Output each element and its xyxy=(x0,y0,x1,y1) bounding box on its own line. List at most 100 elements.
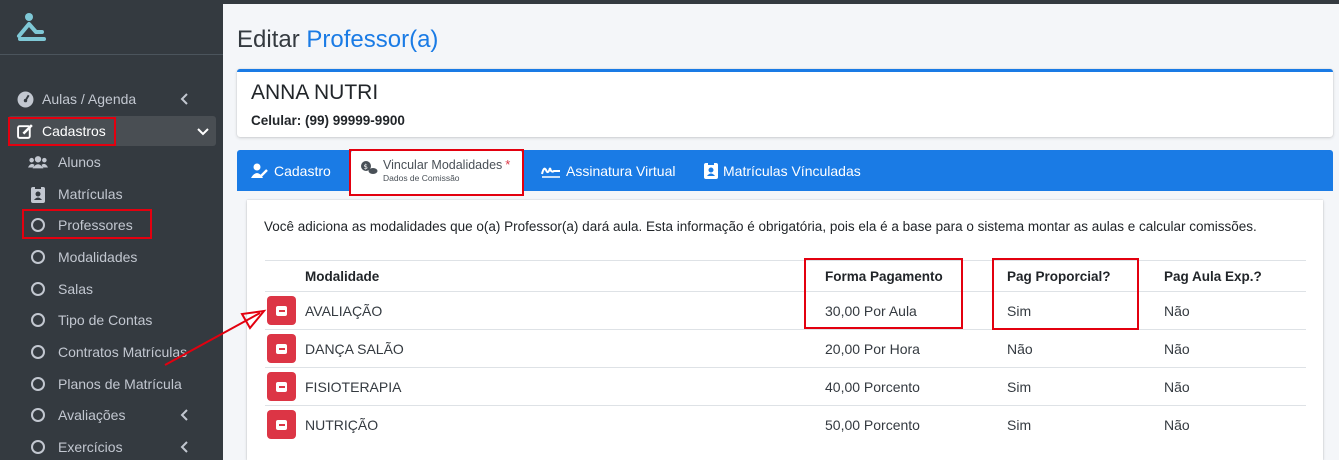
page-title: Editar Professor(a) xyxy=(237,26,438,54)
minus-icon xyxy=(276,305,287,316)
signature-icon xyxy=(541,167,560,178)
sidebar-item-tipo-de-contas[interactable]: Tipo de Contas xyxy=(8,305,216,335)
sidebar-item-avaliacoes[interactable]: Avaliações xyxy=(8,400,216,430)
coins-icon: $ xyxy=(361,160,378,174)
circle-icon xyxy=(28,405,48,425)
tab-sublabel: Dados de Comissão xyxy=(383,173,460,183)
pag-proporcional-cell: Não xyxy=(1007,340,1033,357)
column-header: Pag Aula Exp.? xyxy=(1164,268,1262,284)
circle-icon xyxy=(28,437,48,457)
forma-pagamento-cell: 50,00 Porcento xyxy=(825,416,920,433)
page-title-accent: Professor(a) xyxy=(306,26,439,53)
table-row: FISIOTERAPIA 40,00 Porcento Sim Não xyxy=(265,367,1306,405)
pag-aula-exp-cell: Não xyxy=(1164,302,1190,319)
sidebar-item-contratos-matriculas[interactable]: Contratos Matrículas xyxy=(8,337,216,367)
chevron-left-icon xyxy=(180,409,188,421)
edit-icon xyxy=(15,121,35,141)
pag-aula-exp-cell: Não xyxy=(1164,378,1190,395)
sidebar-item-planos-de-matricula[interactable]: Planos de Matrícula xyxy=(8,369,216,399)
table-row: AVALIAÇÃO 30,00 Por Aula Sim Não xyxy=(265,291,1306,329)
pag-proporcional-cell: Sim xyxy=(1007,378,1032,395)
chevron-down-icon xyxy=(197,128,209,136)
forma-pagamento-cell: 30,00 Por Aula xyxy=(825,302,917,319)
sidebar-item-label: Professores xyxy=(58,217,133,233)
sidebar-item-salas[interactable]: Salas xyxy=(8,274,216,304)
sidebar-item-professores[interactable]: Professores xyxy=(8,210,216,240)
tab-assinatura-virtual[interactable]: Assinatura Virtual xyxy=(541,150,675,191)
circle-icon xyxy=(28,247,48,267)
tab-matriculas-vinculadas[interactable]: Matrículas Vínculadas xyxy=(704,150,861,191)
sidebar-item-label: Tipo de Contas xyxy=(58,312,153,328)
circle-icon xyxy=(28,342,48,362)
svg-text:$: $ xyxy=(364,163,368,171)
minus-icon xyxy=(276,343,287,354)
remove-button[interactable] xyxy=(267,410,296,439)
sidebar-item-label: Cadastros xyxy=(42,123,106,139)
chevron-left-icon xyxy=(180,93,188,105)
tab-vincular-modalidades[interactable]: $ Vincular Modalidades * Dados de Comissã… xyxy=(351,150,522,194)
modalidades-panel: Você adiciona as modalidades que o(a) Pr… xyxy=(247,200,1323,460)
sidebar-item-label: Modalidades xyxy=(58,249,138,265)
sidebar-item-modalidades[interactable]: Modalidades xyxy=(8,242,216,272)
table-header: Modalidade Forma Pagamento Pag Proporcia… xyxy=(265,260,1306,291)
modalidades-table: Modalidade Forma Pagamento Pag Proporcia… xyxy=(265,260,1306,443)
sidebar-item-label: Planos de Matrícula xyxy=(58,376,182,392)
users-icon xyxy=(28,152,48,172)
tab-label: Cadastro xyxy=(274,162,331,179)
circle-icon xyxy=(28,374,48,394)
id-badge-icon xyxy=(28,184,48,204)
column-header: Modalidade xyxy=(305,268,380,284)
remove-button[interactable] xyxy=(267,372,296,401)
table-row: DANÇA SALÃO 20,00 Por Hora Não Não xyxy=(265,329,1306,367)
user-edit-icon xyxy=(251,163,268,178)
circle-icon xyxy=(28,279,48,299)
remove-button[interactable] xyxy=(267,296,296,325)
forma-pagamento-cell: 20,00 Por Hora xyxy=(825,340,920,357)
sidebar: Aulas / Agenda Cadastros Alunos Matrícul… xyxy=(0,0,223,460)
column-header: Forma Pagamento xyxy=(825,268,943,284)
sidebar-item-exercicios[interactable]: Exercícios xyxy=(8,432,216,460)
table-row: NUTRIÇÃO 50,00 Porcento Sim Não xyxy=(265,405,1306,443)
forma-pagamento-cell: 40,00 Porcento xyxy=(825,378,920,395)
sidebar-item-aulas-agenda[interactable]: Aulas / Agenda xyxy=(8,84,216,114)
chevron-left-icon xyxy=(180,441,188,453)
id-badge-icon xyxy=(704,162,718,179)
modalidade-cell: AVALIAÇÃO xyxy=(305,302,383,319)
sidebar-item-label: Exercícios xyxy=(58,439,123,455)
column-header: Pag Proporcial? xyxy=(1007,268,1111,284)
gauge-icon xyxy=(15,89,35,109)
minus-icon xyxy=(276,419,287,430)
remove-button[interactable] xyxy=(267,334,296,363)
modalidade-cell: DANÇA SALÃO xyxy=(305,340,404,357)
professor-card: ANNA NUTRI Celular: (99) 99999-9900 xyxy=(237,69,1333,137)
intro-text: Você adiciona as modalidades que o(a) Pr… xyxy=(264,219,1257,234)
tab-label: Matrículas Vínculadas xyxy=(723,162,861,179)
tab-label: Assinatura Virtual xyxy=(566,162,676,179)
circle-icon xyxy=(28,215,48,235)
page-title-prefix: Editar xyxy=(237,26,300,53)
sidebar-item-label: Matrículas xyxy=(58,186,123,202)
tab-bar: Cadastro $ Vincular Modalidades * Dados d… xyxy=(237,150,1333,194)
professor-name: ANNA NUTRI xyxy=(251,81,379,104)
tab-label: Vincular Modalidades * xyxy=(383,157,511,172)
circle-icon xyxy=(28,310,48,330)
logo-icon xyxy=(17,13,46,41)
pag-aula-exp-cell: Não xyxy=(1164,340,1190,357)
professor-phone: Celular: (99) 99999-9900 xyxy=(251,113,405,128)
sidebar-item-label: Alunos xyxy=(58,154,101,170)
sidebar-item-label: Aulas / Agenda xyxy=(42,91,137,107)
required-asterisk: * xyxy=(505,157,511,172)
pag-proporcional-cell: Sim xyxy=(1007,416,1032,433)
tab-cadastro[interactable]: Cadastro xyxy=(251,150,331,191)
modalidade-cell: NUTRIÇÃO xyxy=(305,416,379,433)
minus-icon xyxy=(276,381,287,392)
sidebar-item-label: Avaliações xyxy=(58,407,126,423)
sidebar-item-label: Contratos Matrículas xyxy=(58,344,188,360)
pag-aula-exp-cell: Não xyxy=(1164,416,1190,433)
sidebar-item-matriculas[interactable]: Matrículas xyxy=(8,179,216,209)
sidebar-item-cadastros[interactable]: Cadastros xyxy=(8,116,216,146)
sidebar-item-alunos[interactable]: Alunos xyxy=(8,147,216,177)
pag-proporcional-cell: Sim xyxy=(1007,302,1032,319)
brand[interactable] xyxy=(0,0,223,55)
modalidade-cell: FISIOTERAPIA xyxy=(305,378,402,395)
